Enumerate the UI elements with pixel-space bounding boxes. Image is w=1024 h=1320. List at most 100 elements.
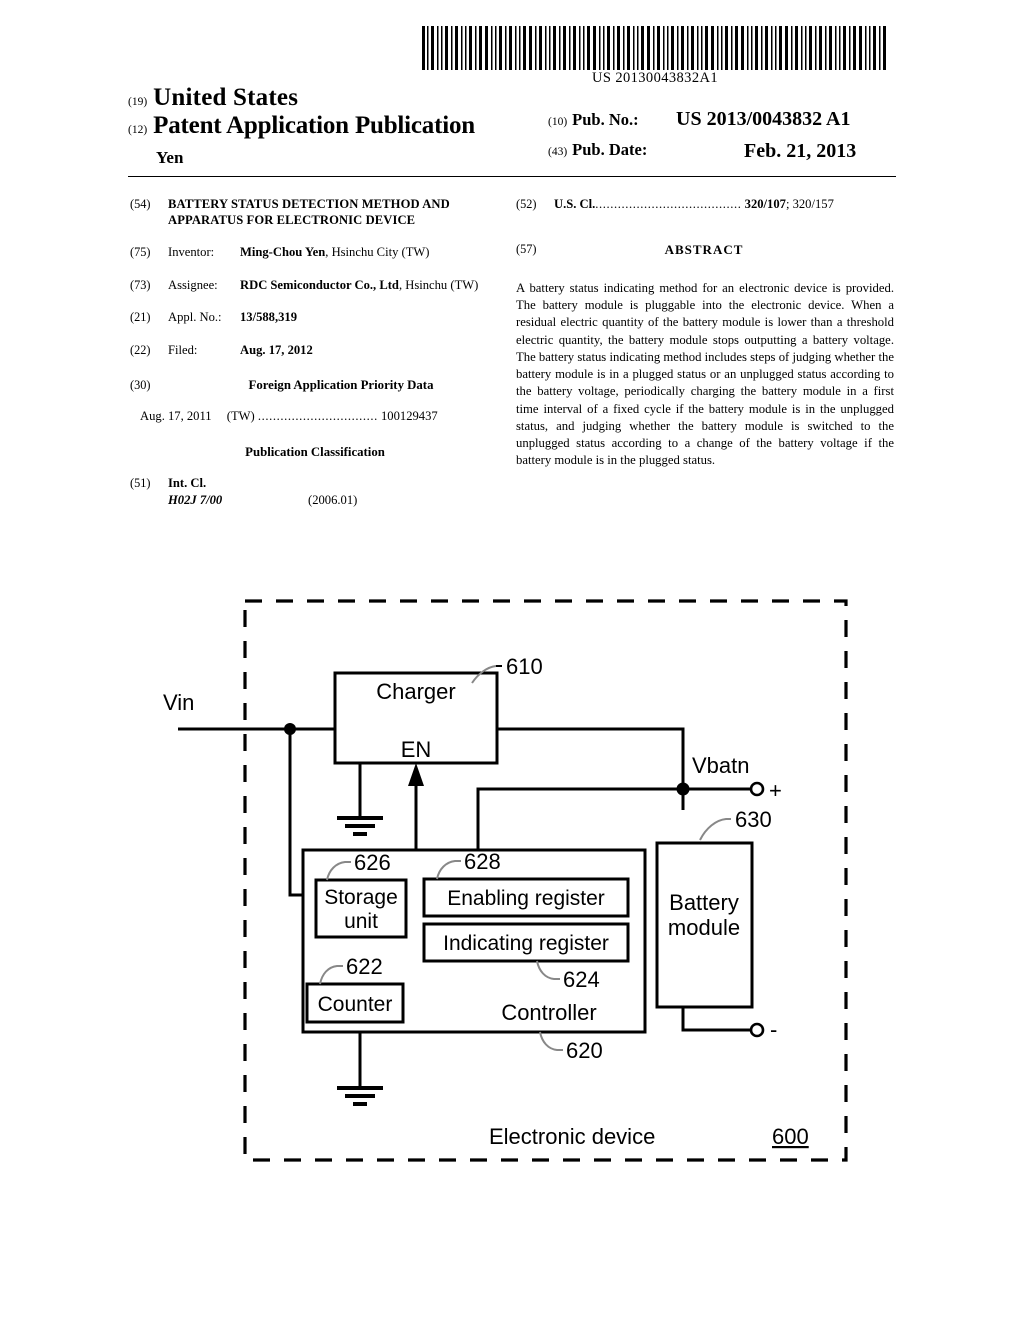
minus-terminal-icon xyxy=(749,1022,765,1038)
field-title-text: BATTERY STATUS DETECTION METHOD AND APPA… xyxy=(168,197,450,228)
battery-module-label-line1: Battery xyxy=(669,890,739,915)
electronic-device-label: Electronic device xyxy=(489,1124,655,1149)
enabling-register-ref: 628 xyxy=(464,849,501,874)
tag-43: (43) xyxy=(548,146,568,158)
inventor-name: Ming-Chou Yen xyxy=(240,245,326,260)
charger-ref: 610 xyxy=(506,654,543,679)
field-filed-number: (22) xyxy=(130,343,151,358)
terminal-plus-label: + xyxy=(769,778,782,803)
field-foreign-priority: (30) Foreign Application Priority Data xyxy=(130,377,500,394)
field-assignee: (73) Assignee: RDC Semiconductor Co., Lt… xyxy=(130,277,500,294)
pub-no-value: US 2013/0043832 A1 xyxy=(676,108,851,130)
field-filed-label: Filed: xyxy=(168,343,198,358)
vbatn-sense-wire xyxy=(476,787,683,850)
pub-date-row: (43) Pub. Date: Feb. 21, 2013 xyxy=(548,140,898,170)
controller-label: Controller xyxy=(501,1000,596,1025)
vin-label: Vin xyxy=(163,690,194,715)
field-title: (54) BATTERY STATUS DETECTION METHOD AND… xyxy=(130,196,500,228)
field-int-cl-number: (51) xyxy=(130,476,151,491)
figure-svg: Vin Charger EN 610 + Vbatn Battery modul… xyxy=(163,599,848,1162)
field-us-cl-number: (52) xyxy=(516,197,537,211)
controller-ref: 620 xyxy=(566,1038,603,1063)
bibliographic-right-column: (52) U.S. Cl............................… xyxy=(516,196,894,470)
battery-minus-wire xyxy=(681,1007,752,1032)
country-name: United States xyxy=(153,84,299,111)
foreign-priority-dots: ................................ xyxy=(257,408,378,423)
field-foreign-number: (30) xyxy=(130,377,151,392)
assignee-name: RDC Semiconductor Co., Ltd xyxy=(240,277,399,292)
foreign-priority-country: (TW) xyxy=(226,408,255,423)
pub-date-value: Feb. 21, 2013 xyxy=(744,140,857,162)
document-header: (19) United States (12) Patent Application… xyxy=(128,84,896,174)
foreign-priority-entry: Aug. 17, 2011 (TW) .....................… xyxy=(140,408,500,425)
us-cl-label: U.S. Cl. xyxy=(554,197,596,211)
terminal-minus-label: - xyxy=(770,1017,777,1042)
publication-classification-heading: Publication Classification xyxy=(245,445,385,460)
figure-6-circuit-diagram: Vin Charger EN 610 + Vbatn Battery modul… xyxy=(0,560,1024,1220)
inventor-location: , Hsinchu City (TW) xyxy=(325,245,430,260)
pub-no-row: (10) Pub. No.: US 2013/0043832 A1 xyxy=(548,108,898,140)
pub-no-label: Pub. No.: xyxy=(572,110,639,129)
counter-label: Counter xyxy=(318,993,393,1016)
us-cl-secondary: ; 320/157 xyxy=(785,197,834,211)
counter-ref: 622 xyxy=(346,954,383,979)
indicating-register-label: Indicating register xyxy=(443,932,609,955)
field-inventor-number: (75) xyxy=(130,245,151,260)
header-left: (19) United States (12) Patent Application… xyxy=(128,84,538,168)
field-assignee-value: RDC Semiconductor Co., Ltd, Hsinchu (TW) xyxy=(240,277,500,294)
storage-unit-label-line1: Storage xyxy=(324,886,398,909)
vbatn-label: Vbatn xyxy=(692,753,750,778)
field-appl-no-label: Appl. No.: xyxy=(168,310,222,325)
en-arrowhead-icon xyxy=(408,763,424,786)
field-appl-no-number: (21) xyxy=(130,310,151,325)
battery-module-ref: 630 xyxy=(735,807,772,832)
field-us-cl-body: U.S. Cl.................................… xyxy=(554,196,894,213)
charger-label: Charger xyxy=(376,679,455,704)
field-abstract-number: (57) xyxy=(516,241,537,256)
enabling-register-label: Enabling register xyxy=(447,887,605,910)
field-filed: (22) Filed: Aug. 17, 2012 xyxy=(130,342,500,359)
us-cl-primary: 320/107 xyxy=(744,197,786,211)
field-appl-no: (21) Appl. No.: 13/588,319 xyxy=(130,309,500,326)
barcode xyxy=(420,26,890,70)
field-assignee-label: Assignee: xyxy=(168,277,218,292)
inventor-surname: Yen xyxy=(156,148,184,167)
tag-10: (10) xyxy=(548,116,568,128)
field-inventor-value: Ming-Chou Yen, Hsinchu City (TW) xyxy=(240,244,500,261)
us-cl-dots: ....................................... xyxy=(595,197,742,211)
doc-type-line: (12) Patent Application Publication xyxy=(128,112,538,146)
barcode-bars xyxy=(422,26,886,70)
controller-ground-symbol xyxy=(337,1086,383,1106)
field-title-number: (54) xyxy=(130,197,151,211)
charger-en-label: EN xyxy=(401,737,432,762)
country-line: (19) United States xyxy=(128,84,538,112)
tag-12: (12) xyxy=(128,124,148,136)
charger-ground-symbol xyxy=(337,816,383,836)
charger-output-wire xyxy=(497,727,685,810)
document-type: Patent Application Publication xyxy=(153,112,475,139)
indicating-register-ref: 624 xyxy=(563,967,600,992)
header-right: (10) Pub. No.: US 2013/0043832 A1 (43) Pub… xyxy=(548,108,898,170)
field-filed-value: Aug. 17, 2012 xyxy=(240,343,313,358)
foreign-priority-date: Aug. 17, 2011 xyxy=(140,408,212,423)
field-int-cl: (51) Int. Cl. H02J 7/00 (2006.01) xyxy=(130,475,500,508)
int-cl-label: Int. Cl. xyxy=(168,476,207,491)
field-int-cl-body: Int. Cl. H02J 7/00 (2006.01) xyxy=(168,475,500,508)
field-us-cl: (52) U.S. Cl............................… xyxy=(516,196,894,213)
field-inventor-label: Inventor: xyxy=(168,245,215,260)
header-divider xyxy=(128,176,896,177)
electronic-device-ref: 600 xyxy=(772,1124,809,1149)
field-appl-no-value: 13/588,319 xyxy=(240,310,298,325)
int-cl-version: (2006.01) xyxy=(308,492,358,507)
field-assignee-number: (73) xyxy=(130,277,151,292)
storage-unit-ref: 626 xyxy=(354,850,391,875)
foreign-priority-heading: Foreign Application Priority Data xyxy=(248,377,434,392)
pub-date-label: Pub. Date: xyxy=(572,140,648,159)
controller-ref-leader xyxy=(539,1031,563,1051)
field-abstract: (57) ABSTRACT xyxy=(516,241,894,258)
int-cl-code: H02J 7/00 xyxy=(168,492,223,507)
plus-terminal-icon xyxy=(749,781,765,797)
vin-to-controller-wire xyxy=(288,729,303,897)
bibliographic-left-column: (54) BATTERY STATUS DETECTION METHOD AND… xyxy=(130,196,500,519)
storage-unit-label-line2: unit xyxy=(344,910,378,933)
